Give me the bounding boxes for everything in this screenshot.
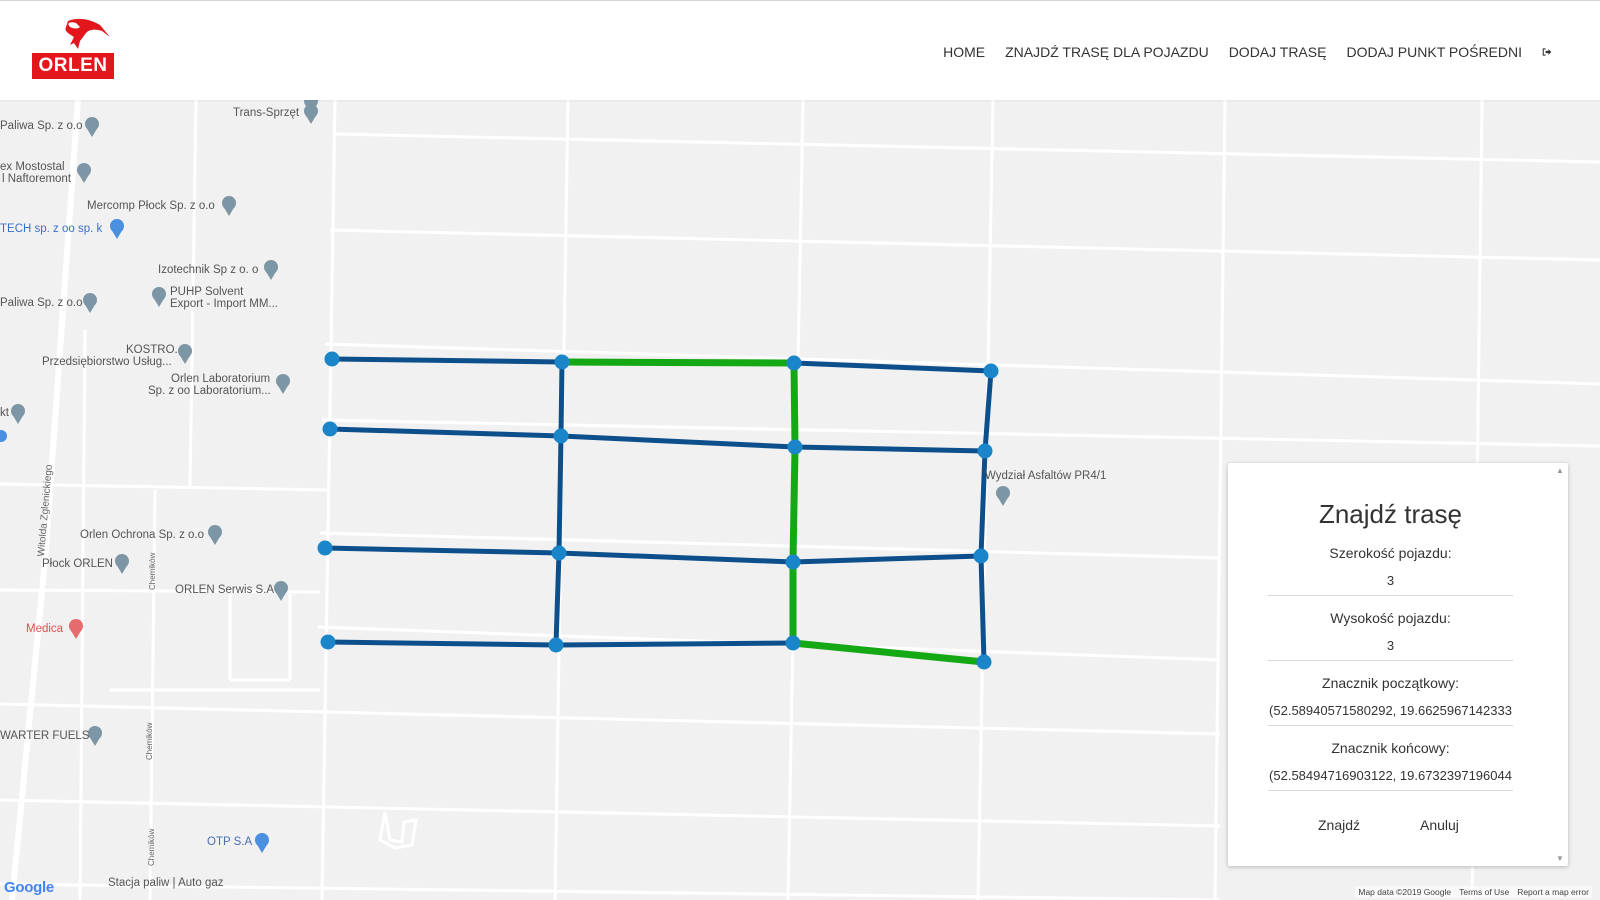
navbar: ORLEN HOME ZNAJDŹ TRASĘ DLA POJAZDU DODA… bbox=[0, 0, 1600, 100]
report-error-link[interactable]: Report a map error bbox=[1517, 887, 1589, 897]
main-nav: HOME ZNAJDŹ TRASĘ DLA POJAZDU DODAJ TRAS… bbox=[933, 41, 1562, 63]
poi-label: Izotechnik Sp z o. o bbox=[158, 264, 259, 276]
find-route-panel: Znajdź trasę Szerokość pojazdu: 3 Wysoko… bbox=[1228, 463, 1568, 866]
poi-label: Trans-Sprzęt bbox=[233, 107, 300, 119]
panel-scrollbar[interactable]: ▲ ▼ bbox=[1552, 463, 1568, 866]
poi-label: Paliwa Sp. z o.o bbox=[0, 120, 83, 132]
street-label: Chemików bbox=[145, 722, 154, 760]
height-input[interactable]: 3 bbox=[1268, 631, 1513, 661]
map-data-text: Map data ©2019 Google bbox=[1358, 887, 1452, 897]
google-logo[interactable]: Google bbox=[4, 879, 54, 896]
width-label: Szerokość pojazdu: bbox=[1329, 545, 1452, 561]
end-marker-input[interactable]: (52.58494716903122, 19.6732397196044 bbox=[1268, 761, 1513, 791]
terms-link[interactable]: Terms of Use bbox=[1459, 887, 1509, 897]
poi-label: Stacja paliw | Auto gaz bbox=[108, 877, 224, 889]
nav-home[interactable]: HOME bbox=[933, 41, 995, 63]
eagle-icon bbox=[65, 18, 110, 49]
poi-label: Płock ORLEN bbox=[42, 558, 113, 570]
nav-add-route[interactable]: DODAJ TRASĘ bbox=[1219, 41, 1337, 63]
map-footer: Map data ©2019 Google Terms of Use Repor… bbox=[1355, 886, 1592, 898]
scroll-down-icon[interactable]: ▼ bbox=[1556, 854, 1564, 863]
scroll-up-icon[interactable]: ▲ bbox=[1556, 466, 1564, 475]
panel-title: Znajdź trasę bbox=[1318, 499, 1463, 529]
poi-label: l Naftoremont bbox=[2, 173, 72, 185]
street-label: Chemików bbox=[148, 552, 157, 590]
start-marker-input[interactable]: (52.58940571580292, 19.6625967142333 bbox=[1268, 696, 1513, 726]
nav-find-route[interactable]: ZNAJDŹ TRASĘ DLA POJAZDU bbox=[995, 41, 1219, 63]
orlen-logo[interactable]: ORLEN bbox=[30, 17, 116, 83]
nav-add-waypoint[interactable]: DODAJ PUNKT POŚREDNI bbox=[1336, 41, 1532, 63]
poi-label: Mercomp Płock Sp. z o.o bbox=[87, 200, 215, 212]
poi-label: kt bbox=[0, 407, 9, 419]
poi-label: Export - Import MM... bbox=[170, 298, 278, 310]
cancel-button[interactable]: Anuluj bbox=[1420, 817, 1459, 833]
logout-button[interactable] bbox=[1532, 41, 1562, 63]
start-marker-label: Znacznik początkowy: bbox=[1322, 675, 1459, 691]
street-label: Chemików bbox=[147, 828, 156, 866]
poi-label: Paliwa Sp. z o.o bbox=[0, 297, 83, 309]
poi-label: Sp. z oo Laboratorium... bbox=[148, 385, 271, 397]
sign-out-icon bbox=[1542, 48, 1552, 56]
poi-label: Medica bbox=[26, 623, 64, 635]
poi-label: WARTER FUELS bbox=[0, 730, 90, 742]
end-marker-label: Znacznik końcowy: bbox=[1331, 740, 1450, 756]
poi-label: ORLEN Serwis S.A bbox=[175, 584, 275, 596]
poi-label: Wydział Asfaltów PR4/1 bbox=[985, 470, 1107, 482]
logo-text: ORLEN bbox=[32, 53, 114, 79]
height-label: Wysokość pojazdu: bbox=[1330, 610, 1451, 626]
poi-label: Przedsiębiorstwo Usług... bbox=[42, 356, 172, 368]
poi-label: OTP S.A bbox=[207, 836, 253, 848]
poi-label: TECH sp. z oo sp. k bbox=[0, 223, 103, 235]
width-input[interactable]: 3 bbox=[1268, 566, 1513, 596]
poi-label: Orlen Ochrona Sp. z o.o bbox=[80, 529, 205, 541]
find-button[interactable]: Znajdź bbox=[1318, 817, 1360, 833]
